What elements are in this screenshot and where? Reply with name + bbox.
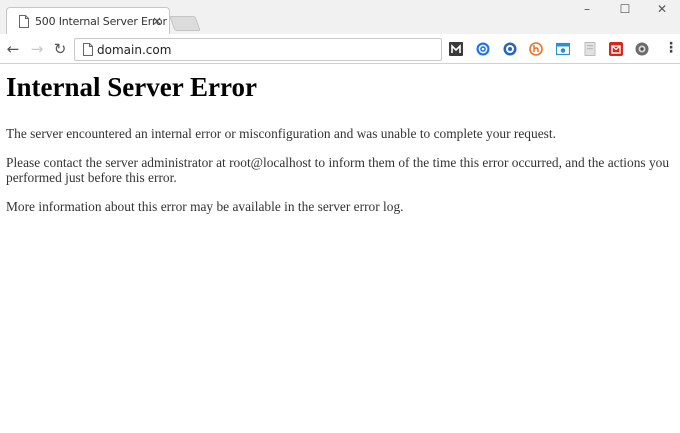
- tab-close-icon[interactable]: ×: [152, 14, 162, 28]
- m-extension-icon[interactable]: [449, 42, 463, 56]
- contact-admin-text: Please contact the server administrator …: [6, 155, 670, 185]
- error-log-text: More information about this error may be…: [6, 199, 404, 214]
- at-blue-extension-icon[interactable]: [476, 42, 490, 56]
- url-text[interactable]: domain.com: [97, 43, 171, 57]
- red-box-extension-icon[interactable]: [609, 42, 623, 56]
- minimize-button[interactable]: –: [568, 0, 606, 20]
- reload-button[interactable]: ↻: [51, 40, 69, 58]
- browser-tab[interactable]: 500 Internal Server Error ×: [6, 7, 170, 35]
- tab-title: 500 Internal Server Error: [35, 15, 167, 28]
- forward-button[interactable]: →: [28, 40, 46, 58]
- address-bar[interactable]: domain.com: [74, 38, 442, 61]
- new-tab-button[interactable]: [169, 16, 201, 31]
- page-content: Internal Server Error The server encount…: [6, 70, 674, 228]
- browser-menu-button[interactable]: ⋮: [664, 40, 678, 56]
- grey-circle-extension-icon[interactable]: [635, 42, 649, 56]
- page-heading: Internal Server Error: [6, 72, 257, 102]
- back-button[interactable]: ←: [4, 40, 22, 58]
- page-grey-extension-icon[interactable]: [583, 42, 597, 56]
- page-icon: [19, 15, 29, 28]
- close-window-button[interactable]: ✕: [643, 0, 680, 20]
- maximize-button[interactable]: ☐: [606, 0, 644, 20]
- browser-toolbar: ← → ↻ domain.com ⋮: [0, 34, 680, 64]
- error-description: The server encountered an internal error…: [6, 126, 556, 141]
- a-blue-extension-icon[interactable]: [503, 42, 517, 56]
- page-info-icon[interactable]: [83, 43, 93, 56]
- tab-strip: 500 Internal Server Error × – ☐ ✕: [0, 0, 680, 35]
- b-orange-extension-icon[interactable]: [529, 42, 543, 56]
- screen-capture-extension-icon[interactable]: [556, 42, 570, 56]
